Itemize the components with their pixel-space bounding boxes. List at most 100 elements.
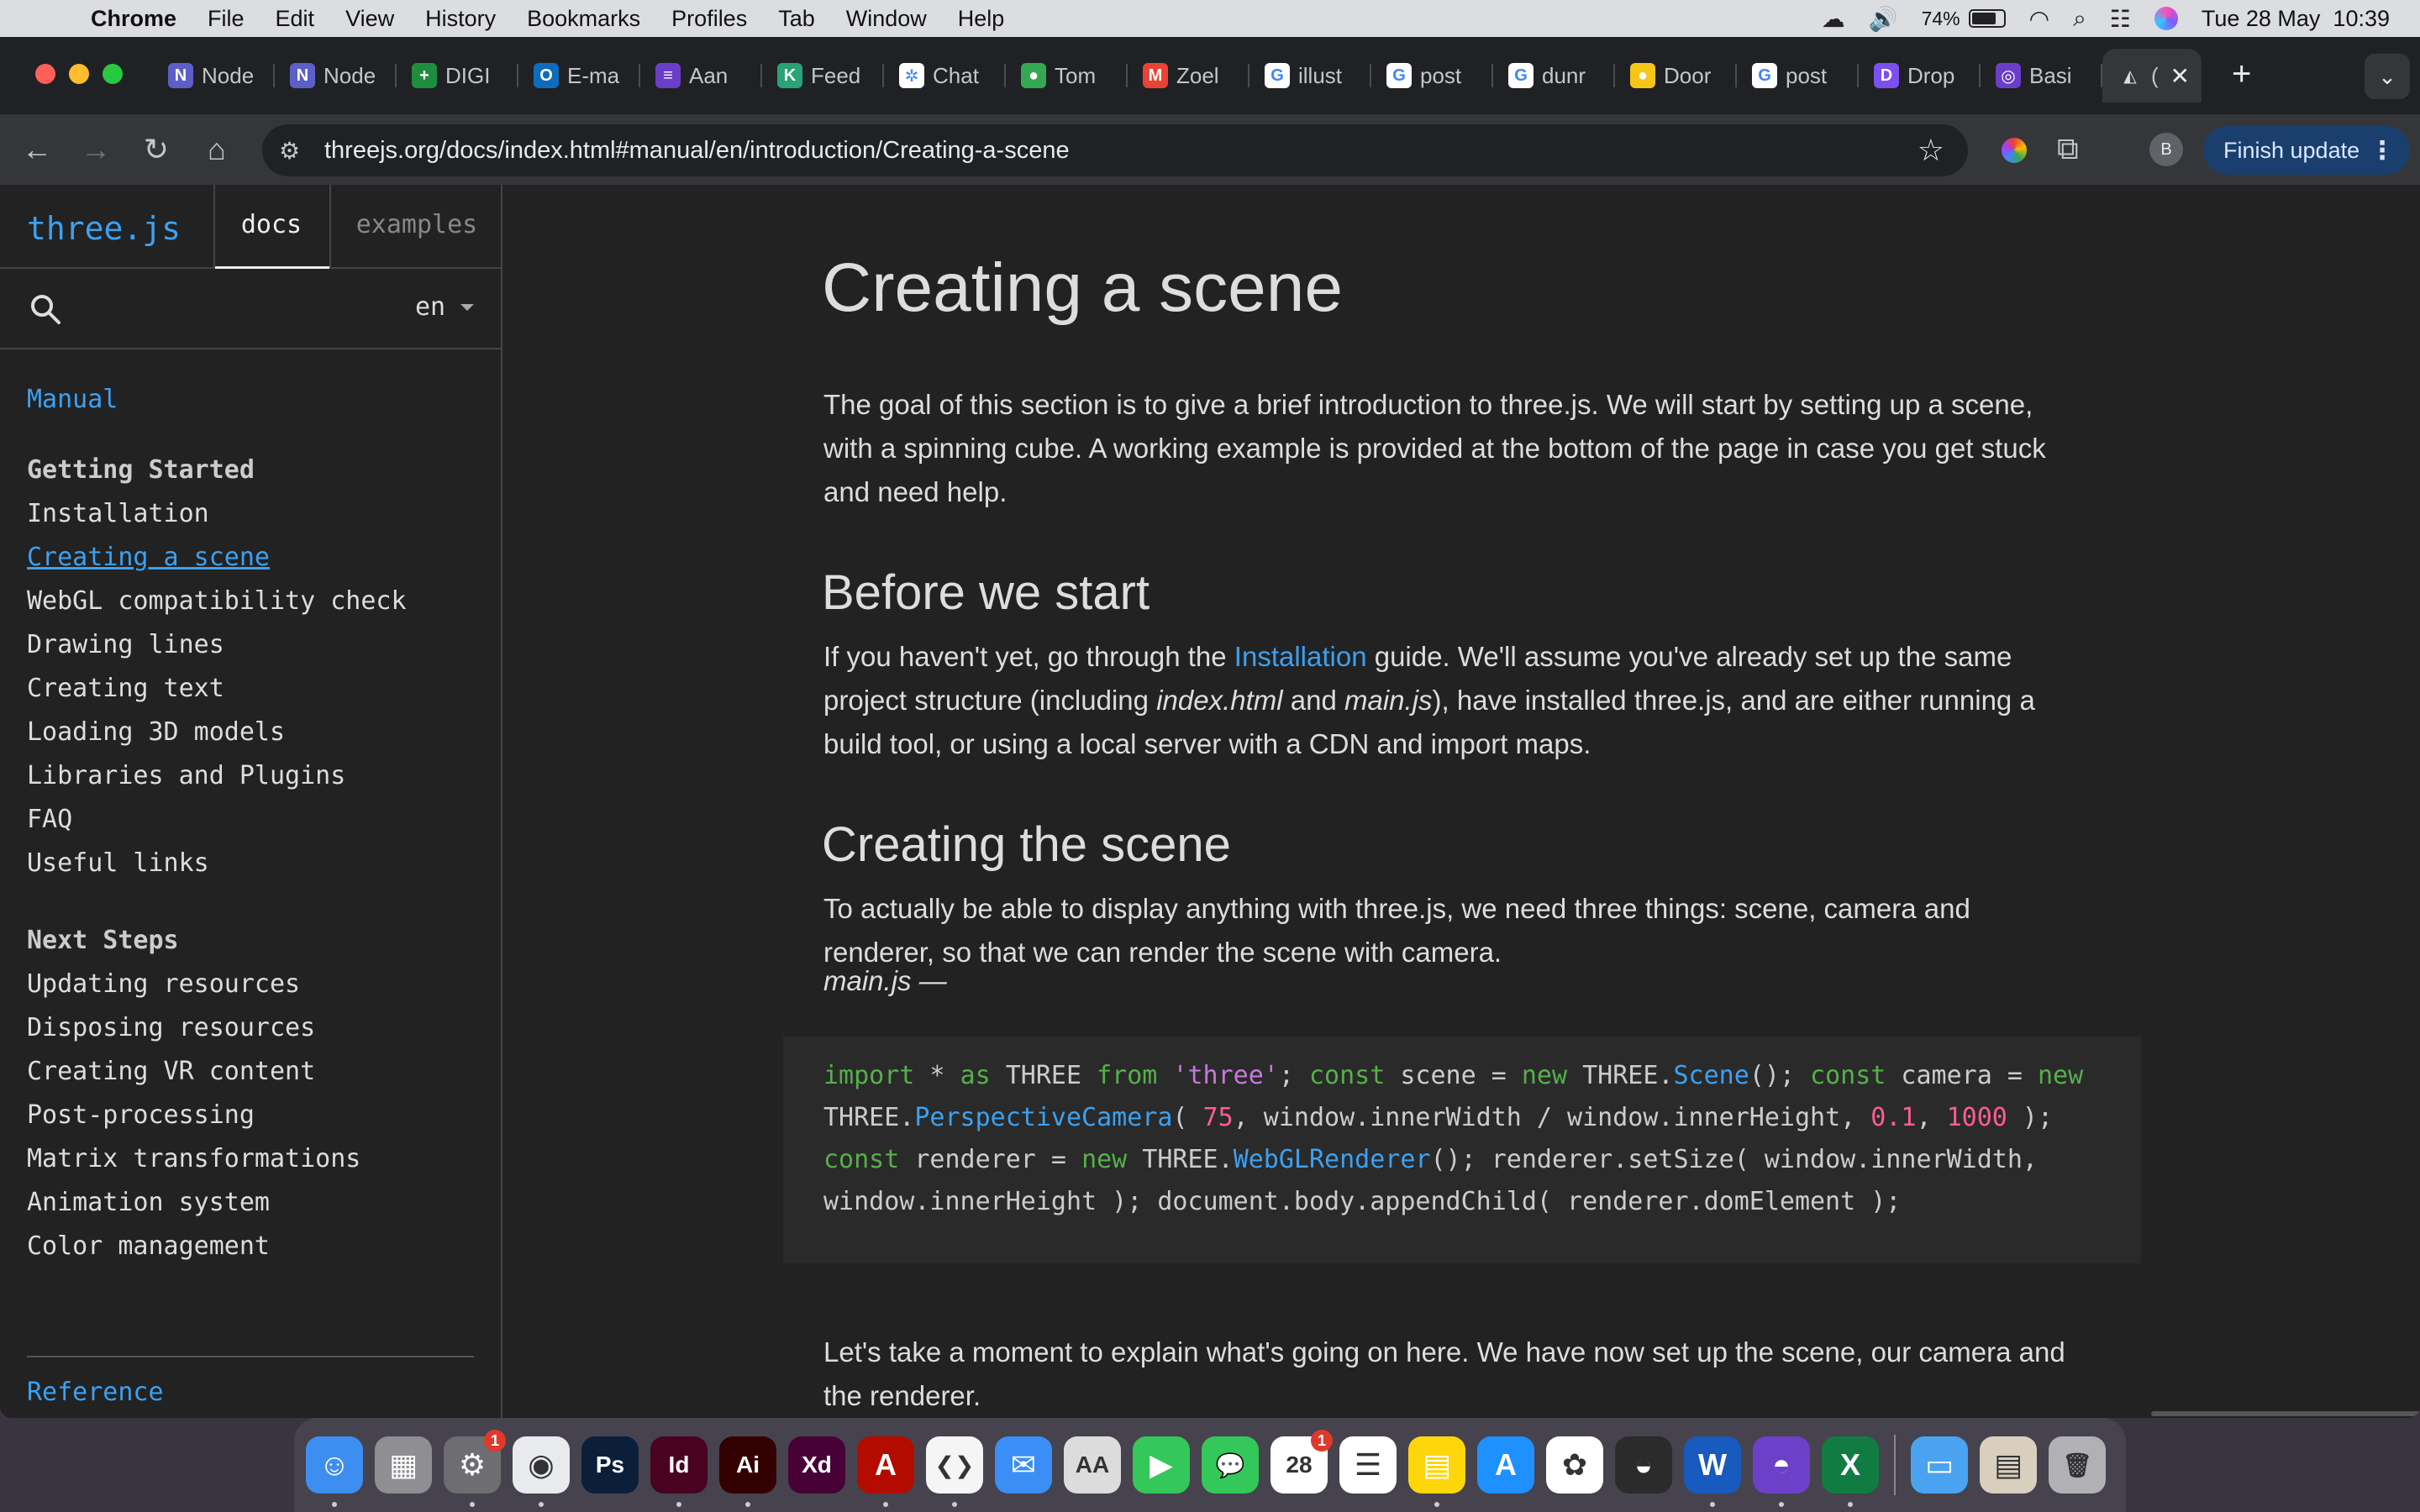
creative-cloud-icon[interactable]: ☁ <box>1822 5 1845 33</box>
installation-link[interactable]: Installation <box>1234 641 1367 672</box>
nav-link[interactable]: Loading 3D models <box>27 711 481 754</box>
github-desktop-icon[interactable]: ◓ <box>1753 1436 1810 1507</box>
photos-icon[interactable]: ✿ <box>1546 1436 1603 1494</box>
browser-tab[interactable]: Gdunr <box>1493 49 1615 102</box>
word-icon[interactable]: W <box>1684 1436 1741 1507</box>
downloads-folder-icon[interactable]: ▭ <box>1911 1436 1968 1494</box>
site-info-icon[interactable]: ⚙ <box>279 137 316 165</box>
profile-avatar[interactable]: B <box>2149 133 2183 166</box>
nav-section-reference[interactable]: Reference <box>27 1378 164 1407</box>
nav-link[interactable]: Color management <box>27 1225 481 1268</box>
browser-tab[interactable]: ≡ Aan <box>640 49 762 102</box>
bookmark-star-icon[interactable]: ☆ <box>1918 133 1944 168</box>
close-tab-icon[interactable]: ✕ <box>2170 62 2190 90</box>
menu-bookmarks[interactable]: Bookmarks <box>527 6 640 32</box>
close-window-button[interactable] <box>35 64 55 84</box>
nav-link[interactable]: Installation <box>27 492 481 536</box>
browser-tab[interactable]: ● Tom <box>1006 49 1128 102</box>
sidebar-search[interactable]: en <box>0 270 502 349</box>
calendar-icon[interactable]: 28 1 <box>1270 1430 1333 1494</box>
document-stack-icon[interactable]: ▤ <box>1980 1436 2037 1494</box>
nav-link[interactable]: Post-processing <box>27 1094 481 1137</box>
indesign-icon[interactable]: Id <box>650 1436 708 1507</box>
mail-icon[interactable]: ✉ <box>995 1436 1052 1494</box>
browser-tab[interactable]: ◎ Basi <box>1981 49 2102 102</box>
nav-link[interactable]: Animation system <box>27 1181 481 1225</box>
nav-link[interactable]: Drawing lines <box>27 623 481 667</box>
nav-link[interactable]: Disposing resources <box>27 1006 481 1050</box>
nav-link[interactable]: Updating resources <box>27 963 481 1006</box>
reload-button[interactable]: ↻ <box>136 129 176 170</box>
tab-examples[interactable]: examples <box>329 185 502 269</box>
nav-section-manual[interactable]: Manual <box>27 378 481 422</box>
browser-tab[interactable]: N Node <box>153 49 275 102</box>
browser-tab[interactable]: ● Door <box>1615 49 1737 102</box>
home-button[interactable]: ⌂ <box>197 129 237 170</box>
notes-icon[interactable]: ▤ <box>1408 1436 1465 1507</box>
control-center-icon[interactable]: ☷ <box>2110 5 2131 33</box>
back-button[interactable]: ← <box>17 129 57 170</box>
vscode-icon[interactable]: ❮❯ <box>926 1436 983 1507</box>
system-settings-icon[interactable]: ⚙ 1 <box>444 1430 506 1507</box>
extensions-puzzle-icon[interactable]: ⧉ <box>2057 131 2079 167</box>
more-menu-icon[interactable]: ⋮ <box>2370 136 2395 165</box>
battery-icon[interactable] <box>1968 9 2006 28</box>
browser-tab[interactable]: K Feed <box>762 49 884 102</box>
trash-icon[interactable]: 🗑 <box>2049 1436 2106 1494</box>
launchpad-icon[interactable]: ▦ <box>375 1436 432 1494</box>
nav-link[interactable]: Matrix transformations <box>27 1137 481 1181</box>
browser-tab[interactable]: Gillust <box>1249 49 1371 102</box>
browser-tab[interactable]: ✲ Chat <box>884 49 1006 102</box>
new-tab-button[interactable]: + <box>2232 55 2251 93</box>
font-book-icon[interactable]: AA <box>1064 1436 1121 1494</box>
search-icon[interactable] <box>27 291 64 328</box>
blender-icon[interactable]: ◒ <box>1615 1436 1672 1494</box>
app-store-icon[interactable]: A <box>1477 1436 1534 1494</box>
color-extension-icon[interactable] <box>2002 138 2027 163</box>
finder-icon[interactable]: ☺ <box>306 1436 363 1507</box>
browser-tab[interactable]: O E-ma <box>518 49 640 102</box>
wifi-icon[interactable]: ◠ <box>2029 5 2049 33</box>
nav-link[interactable]: Creating VR content <box>27 1050 481 1094</box>
forward-button[interactable]: → <box>76 129 116 170</box>
excel-icon[interactable]: X <box>1822 1436 1879 1507</box>
messages-icon[interactable]: 💬 <box>1202 1436 1259 1494</box>
browser-tab[interactable]: Gpost <box>1371 49 1493 102</box>
menu-profiles[interactable]: Profiles <box>671 6 747 32</box>
nav-link[interactable]: FAQ <box>27 798 481 842</box>
menu-window[interactable]: Window <box>846 6 927 32</box>
nav-link[interactable]: Creating text <box>27 667 481 711</box>
photoshop-icon[interactable]: Ps <box>581 1436 639 1494</box>
horizontal-scrollbar[interactable] <box>2151 1411 2420 1416</box>
tab-search-button[interactable]: ⌄ <box>2365 54 2410 99</box>
address-bar[interactable]: ⚙ threejs.org/docs/index.html#manual/en/… <box>262 124 1968 176</box>
zoom-window-button[interactable] <box>103 64 123 84</box>
facetime-icon[interactable]: ▶ <box>1133 1436 1190 1494</box>
finish-update-button[interactable]: Finish update ⋮ <box>2203 126 2410 175</box>
active-tab[interactable]: ◭ (✕ <box>2102 49 2202 102</box>
browser-tab[interactable]: Gpost <box>1737 49 1859 102</box>
menu-history[interactable]: History <box>425 6 496 32</box>
tab-docs[interactable]: docs <box>213 185 329 269</box>
nav-link[interactable]: Useful links <box>27 842 481 885</box>
nav-link[interactable]: Libraries and Plugins <box>27 754 481 798</box>
menu-app-name[interactable]: Chrome <box>91 6 176 32</box>
browser-tab[interactable]: + DIGI <box>397 49 518 102</box>
illustrator-icon[interactable]: Ai <box>719 1436 776 1507</box>
minimize-window-button[interactable] <box>69 64 89 84</box>
browser-tab[interactable]: D Drop <box>1859 49 1981 102</box>
nav-link[interactable]: Creating a scene <box>27 536 481 580</box>
menu-help[interactable]: Help <box>958 6 1005 32</box>
url-text[interactable]: threejs.org/docs/index.html#manual/en/in… <box>324 137 1070 165</box>
xd-icon[interactable]: Xd <box>788 1436 845 1494</box>
browser-tab[interactable]: M Zoel <box>1128 49 1249 102</box>
browser-tab[interactable]: N Node <box>275 49 397 102</box>
menu-view[interactable]: View <box>345 6 394 32</box>
reminders-icon[interactable]: ☰ <box>1339 1436 1397 1494</box>
threejs-logo-link[interactable]: three.js <box>27 210 181 247</box>
menu-file[interactable]: File <box>208 6 245 32</box>
language-select[interactable]: en <box>415 292 445 322</box>
chevron-down-icon[interactable] <box>460 304 474 311</box>
clock[interactable]: Tue 28 May 10:39 <box>2202 6 2390 32</box>
spotlight-search-icon[interactable]: ⌕ <box>2073 5 2086 33</box>
